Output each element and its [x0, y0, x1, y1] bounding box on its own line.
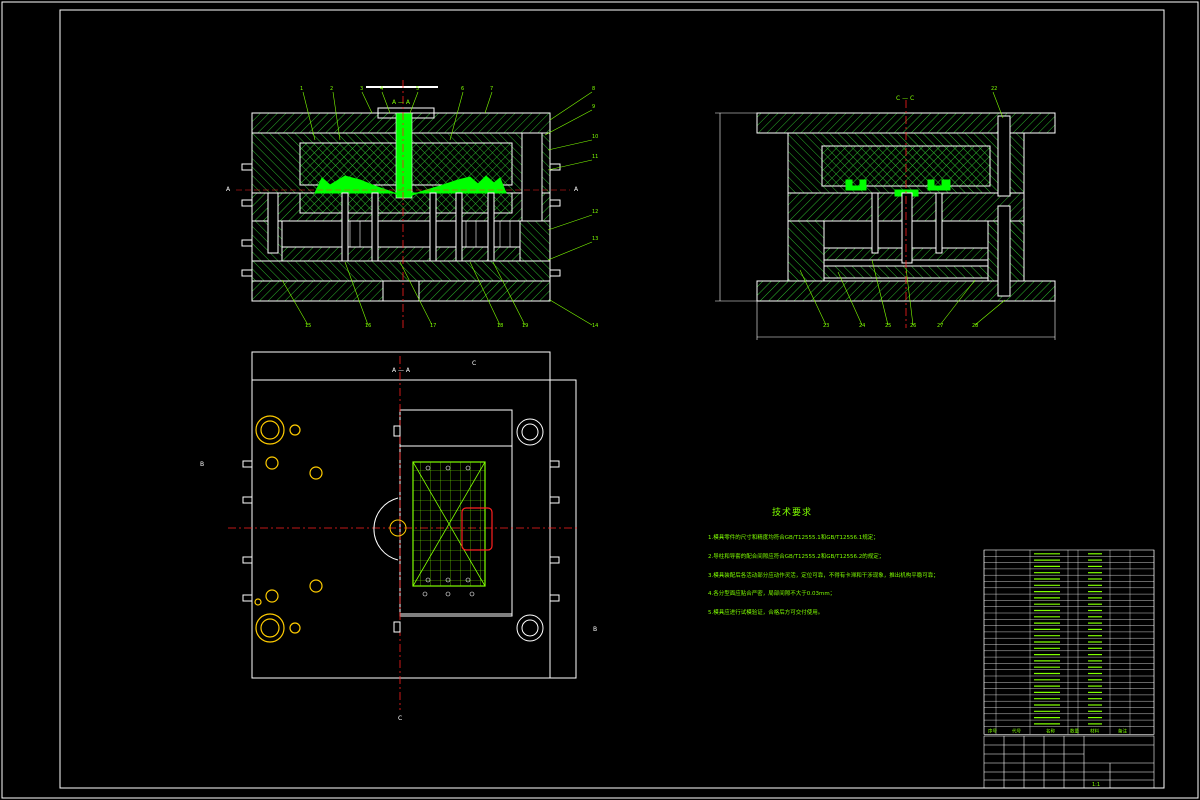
leader-number-10: 10	[592, 134, 598, 140]
bom-header-cell: 备注	[1118, 727, 1127, 734]
technical-requirement-1: 1.模具零件的尺寸和精度均符合GB/T12555.1和GB/T12556.1规定…	[708, 535, 879, 541]
bom-header-cell: 名称	[1046, 727, 1055, 734]
leader-number-28: 28	[972, 323, 978, 329]
leader-number-1: 1	[300, 86, 303, 92]
leader-number-24: 24	[859, 323, 865, 329]
leader-number-11: 11	[592, 154, 598, 160]
leader-number-15: 15	[305, 323, 311, 329]
letter-a-left: A	[226, 186, 231, 193]
section-cc-label: C — C	[896, 95, 914, 102]
leader-number-19: 19	[522, 323, 528, 329]
technical-requirement-3: 3.模具装配后各活动部分应动作灵活，定位可靠，不得有卡滞和干涉现象，推出机构平稳…	[708, 573, 939, 579]
letter-c-top: C	[472, 360, 476, 367]
leader-number-2: 2	[330, 86, 333, 92]
letter-c-bottom: C	[398, 715, 402, 722]
technical-requirements-title: 技术要求	[772, 508, 813, 518]
leader-number-26: 26	[910, 323, 916, 329]
bom-header-cell: 数量	[1070, 727, 1079, 734]
leader-number-17: 17	[430, 323, 436, 329]
leader-number-23: 23	[823, 323, 829, 329]
leader-number-22: 22	[991, 86, 997, 92]
technical-requirement-2: 2.导柱和导套的配合间隙应符合GB/T12555.2和GB/T12556.2的规…	[708, 554, 885, 560]
leader-number-27: 27	[937, 323, 943, 329]
leader-number-14: 14	[592, 323, 598, 329]
leader-number-4: 4	[380, 86, 383, 92]
plan-view	[228, 351, 580, 710]
leader-number-8: 8	[592, 86, 595, 92]
letter-b-left: B	[200, 461, 204, 468]
leader-number-5: 5	[416, 86, 419, 92]
leader-number-9: 9	[592, 104, 595, 110]
bom-header-cell: 代号	[1012, 727, 1021, 734]
section-cc-view	[715, 91, 1056, 340]
leader-number-13: 13	[592, 236, 598, 242]
leader-number-12: 12	[592, 209, 598, 215]
leader-number-6: 6	[461, 86, 464, 92]
leader-number-25: 25	[885, 323, 891, 329]
leader-number-3: 3	[360, 86, 363, 92]
bom-header-cell: 序号	[988, 727, 997, 734]
leader-number-7: 7	[490, 86, 493, 92]
leader-number-18: 18	[497, 323, 503, 329]
title-block	[983, 735, 1155, 789]
cad-drawing: A — A A A C — C A — A B B C C 序号 代号 名称 数…	[1, 1, 1199, 799]
plan-aa-label: A — A	[392, 367, 411, 374]
technical-requirement-5: 5.模具应进行试模验证，合格后方可交付使用。	[708, 610, 824, 616]
technical-requirement-4: 4.各分型面应贴合严密，局部间隙不大于0.03mm；	[708, 591, 836, 597]
section-aa-label: A — A	[392, 99, 411, 106]
title-block-scale: 1:1	[1092, 782, 1100, 788]
section-aa-view	[236, 80, 593, 330]
bom-table: 序号 代号 名称 数量 材料 备注	[983, 549, 1155, 735]
bom-header-cell: 材料	[1090, 727, 1099, 734]
letter-a-right: A	[574, 186, 579, 193]
letter-b-right: B	[593, 626, 597, 633]
leader-number-16: 16	[365, 323, 371, 329]
